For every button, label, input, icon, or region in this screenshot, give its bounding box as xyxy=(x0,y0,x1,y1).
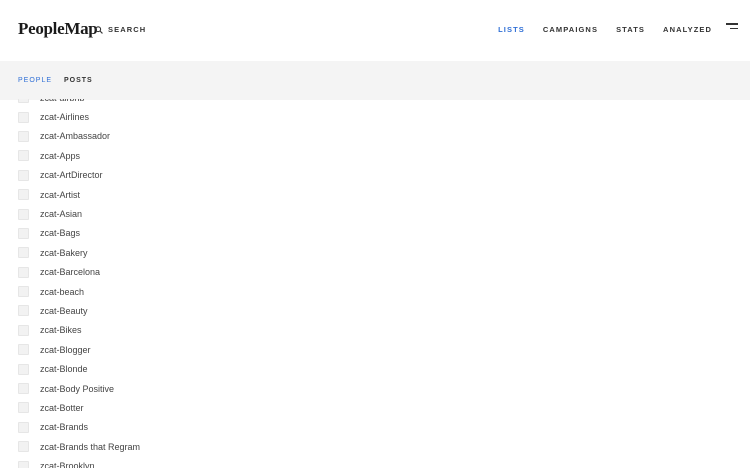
nav-lists[interactable]: LISTS xyxy=(498,25,525,34)
item-checkbox[interactable] xyxy=(18,130,29,142)
top-bar: PeopleMap SEARCH LISTS CAMPAIGNS STATS A… xyxy=(0,0,750,60)
list-item[interactable]: zcat-Blonde xyxy=(0,359,750,378)
item-checkbox[interactable] xyxy=(18,227,29,239)
item-label: zcat-Bikes xyxy=(40,325,82,336)
item-label: zcat-ArtDirector xyxy=(40,170,103,181)
item-checkbox[interactable] xyxy=(18,460,29,468)
search-label: SEARCH xyxy=(108,25,147,34)
item-label: zcat-Blogger xyxy=(40,344,91,355)
item-label: zcat-Artist xyxy=(40,189,81,200)
item-checkbox[interactable] xyxy=(18,169,29,181)
item-label: zcat-Blonde xyxy=(40,364,88,375)
logo[interactable]: PeopleMap xyxy=(18,19,98,39)
list-item[interactable]: zcat-Barcelona xyxy=(0,263,750,282)
search-button[interactable]: SEARCH xyxy=(95,25,146,34)
item-checkbox[interactable] xyxy=(18,208,29,220)
list-item[interactable]: zcat-Brooklyn xyxy=(0,456,750,468)
tab-people[interactable]: PEOPLE xyxy=(18,77,52,84)
item-label: zcat-Beauty xyxy=(40,305,88,316)
item-checkbox[interactable] xyxy=(18,363,29,375)
item-checkbox[interactable] xyxy=(18,266,29,278)
item-checkbox[interactable] xyxy=(18,324,29,336)
item-label: zcat-airbnb xyxy=(40,99,85,103)
item-label: zcat-Brands xyxy=(40,422,89,433)
item-label: zcat-Apps xyxy=(40,150,81,161)
nav-stats[interactable]: STATS xyxy=(616,25,645,34)
item-label: zcat-Barcelona xyxy=(40,267,101,278)
item-checkbox[interactable] xyxy=(18,344,29,356)
category-list[interactable]: zcat-airbnb zcat-Airlines zcat-Ambassador z… xyxy=(0,99,750,468)
item-checkbox[interactable] xyxy=(18,286,29,298)
search-icon xyxy=(95,25,103,34)
item-checkbox[interactable] xyxy=(18,99,29,104)
item-label: zcat-Botter xyxy=(40,402,84,413)
list-item[interactable]: zcat-Bikes xyxy=(0,321,750,340)
category-list-items: zcat-airbnb zcat-Airlines zcat-Ambassador z… xyxy=(0,99,750,468)
item-label: zcat-Brands that Regram xyxy=(40,441,141,452)
list-item[interactable]: zcat-Airlines xyxy=(0,107,750,126)
nav-campaigns[interactable]: CAMPAIGNS xyxy=(543,25,598,34)
item-checkbox[interactable] xyxy=(18,189,29,201)
item-label: zcat-Brooklyn xyxy=(40,461,95,468)
list-item[interactable]: zcat-Bags xyxy=(0,224,750,243)
nav-analyzed[interactable]: ANALYZED xyxy=(663,25,712,34)
list-item[interactable]: zcat-Brands xyxy=(0,418,750,437)
item-checkbox[interactable] xyxy=(18,383,29,395)
list-item[interactable]: zcat-ArtDirector xyxy=(0,166,750,185)
item-label: zcat-beach xyxy=(40,286,85,297)
list-item[interactable]: zcat-beach xyxy=(0,282,750,301)
list-item[interactable]: zcat-Apps xyxy=(0,146,750,165)
menu-icon[interactable] xyxy=(726,23,738,33)
list-item[interactable]: zcat-Beauty xyxy=(0,301,750,320)
list-item[interactable]: zcat-Body Positive xyxy=(0,379,750,398)
main-nav: LISTS CAMPAIGNS STATS ANALYZED xyxy=(480,25,712,34)
list-item[interactable]: zcat-Artist xyxy=(0,185,750,204)
item-checkbox[interactable] xyxy=(18,111,29,123)
list-item[interactable]: zcat-Brands that Regram xyxy=(0,437,750,456)
item-checkbox[interactable] xyxy=(18,150,29,162)
item-checkbox[interactable] xyxy=(18,305,29,317)
item-label: zcat-Asian xyxy=(40,209,83,220)
item-checkbox[interactable] xyxy=(18,421,29,433)
sub-nav: PEOPLE POSTS xyxy=(0,61,750,100)
list-item[interactable]: zcat-Bakery xyxy=(0,243,750,262)
list-item[interactable]: zcat-Ambassador xyxy=(0,127,750,146)
item-checkbox[interactable] xyxy=(18,402,29,414)
item-label: zcat-Body Positive xyxy=(40,383,115,394)
tab-posts[interactable]: POSTS xyxy=(64,77,93,84)
list-item[interactable]: zcat-airbnb xyxy=(0,99,750,107)
item-label: zcat-Airlines xyxy=(40,112,90,123)
item-label: zcat-Ambassador xyxy=(40,131,111,142)
item-checkbox[interactable] xyxy=(18,247,29,259)
item-label: zcat-Bags xyxy=(40,228,81,239)
list-item[interactable]: zcat-Asian xyxy=(0,204,750,223)
item-label: zcat-Bakery xyxy=(40,247,88,258)
item-checkbox[interactable] xyxy=(18,441,29,453)
list-item[interactable]: zcat-Blogger xyxy=(0,340,750,359)
list-item[interactable]: zcat-Botter xyxy=(0,398,750,417)
